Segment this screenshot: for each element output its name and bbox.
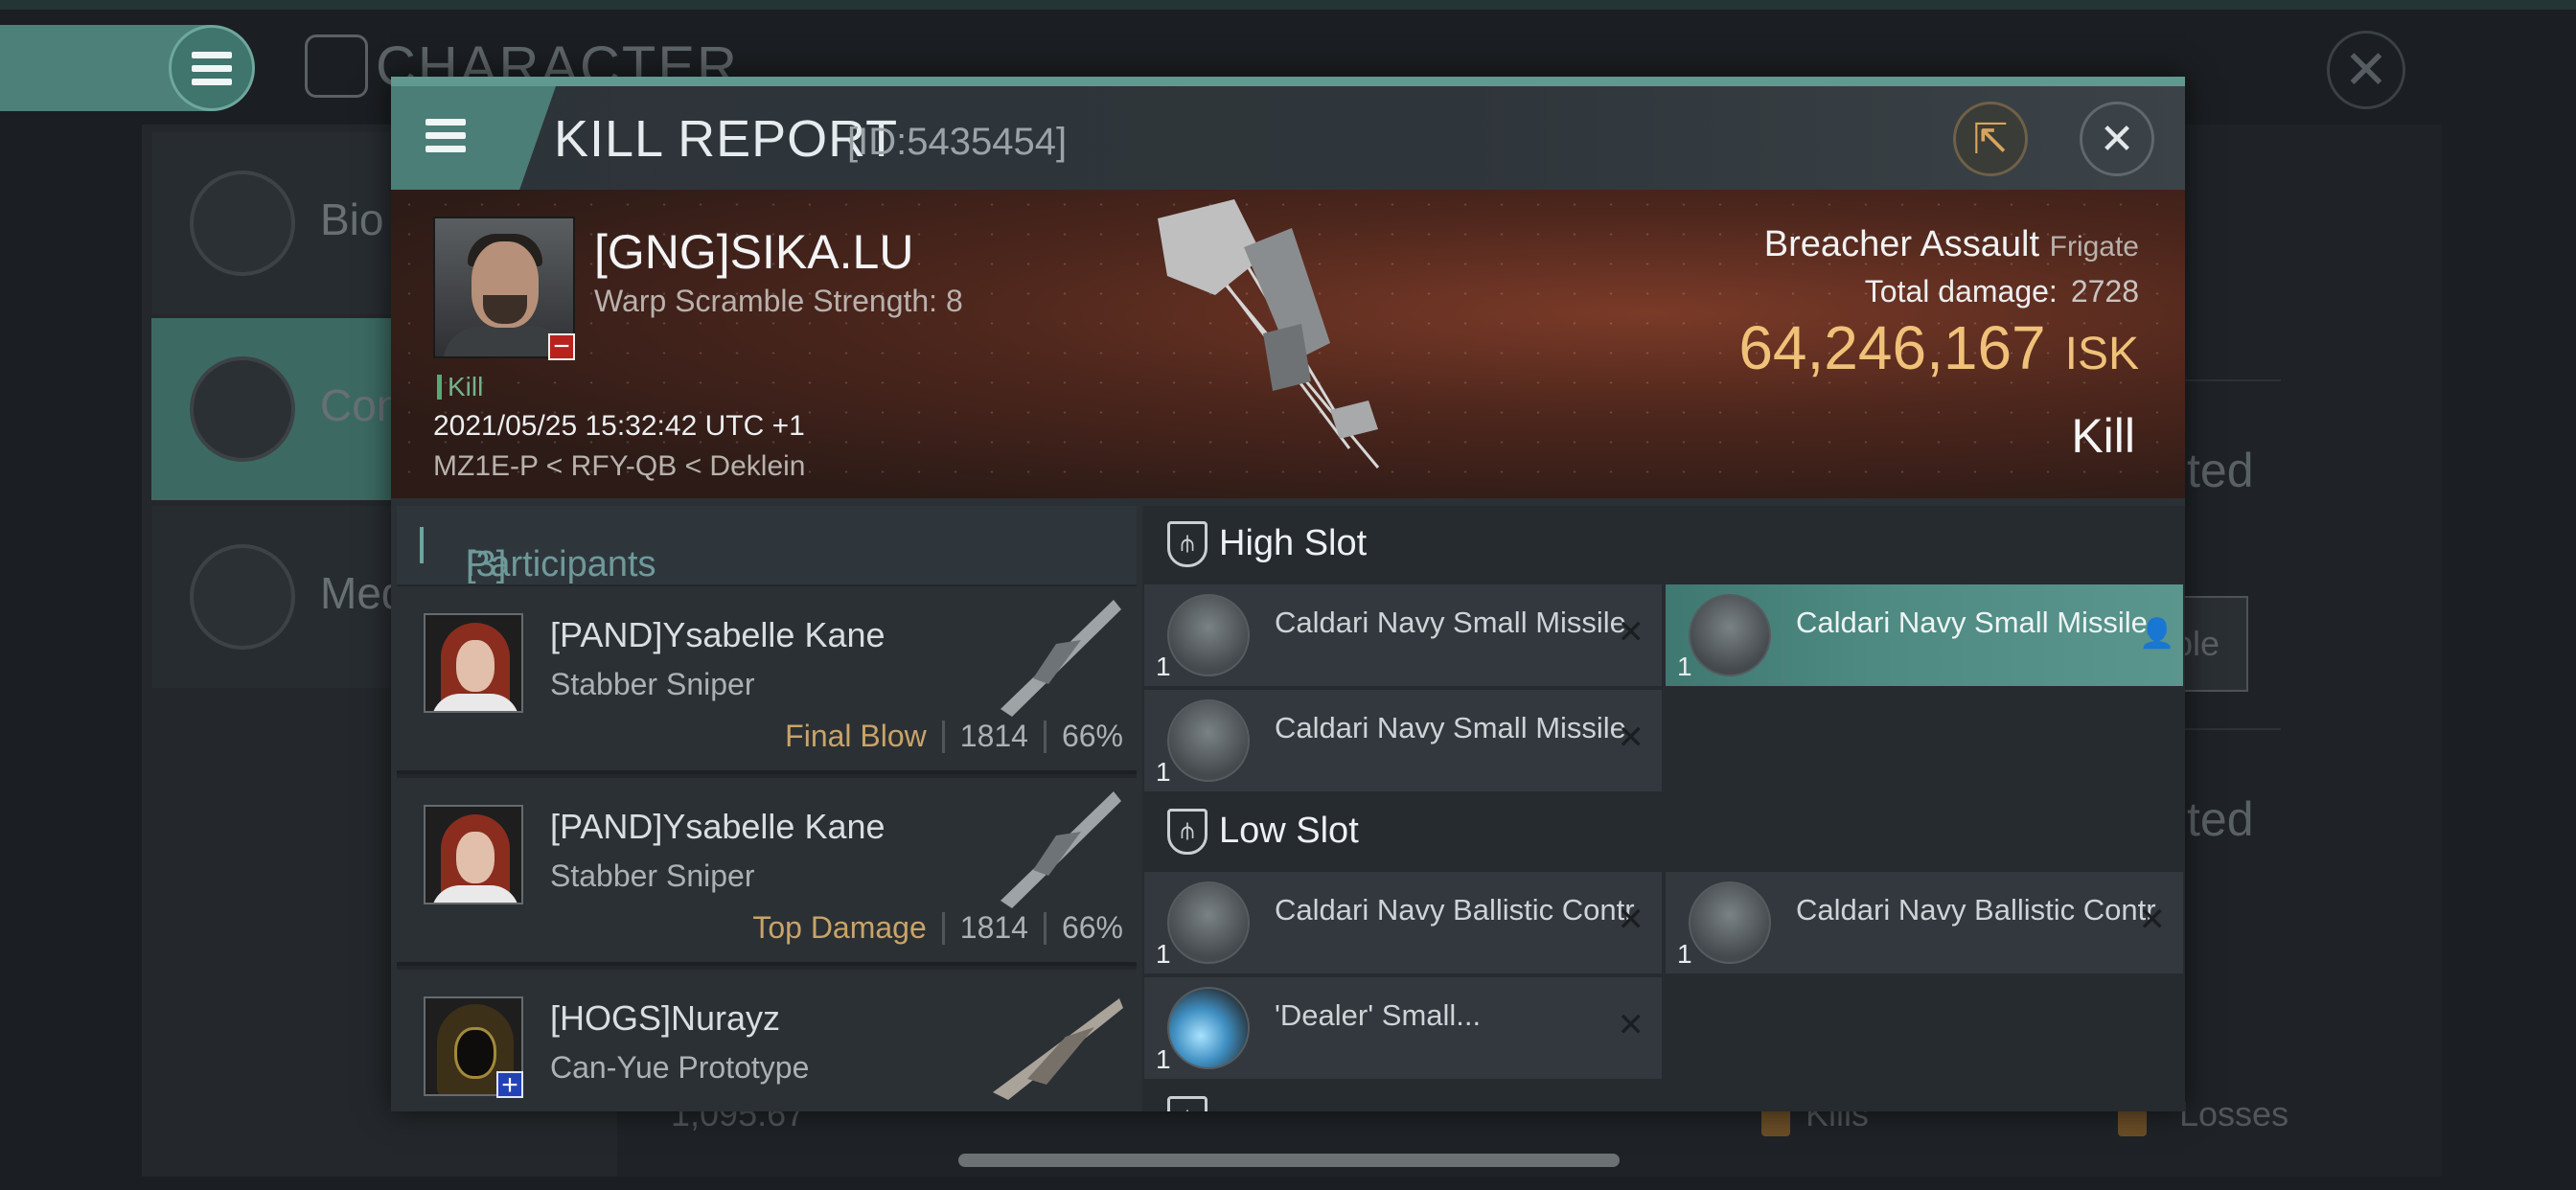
module-item[interactable]: 1 Caldari Navy Ballistic Contr... ✕ [1144,872,1662,973]
module-item[interactable]: 1 Caldari Navy Small Missile... ✕ [1144,690,1662,791]
crossed-swords-icon [190,356,295,462]
external-link-icon: ⇱ [1972,115,2009,163]
module-item[interactable]: 1 Caldari Navy Ballistic Contr... ✕ [1666,872,2183,973]
participant-ship: Stabber Sniper [550,667,755,701]
destroyed-x-icon: ✕ [2138,902,2167,938]
missile-launcher-icon [1689,594,1771,676]
destroyed-x-icon: ✕ [1617,720,1645,756]
module-quantity: 1 [1677,939,1692,969]
main-menu-button[interactable] [169,25,255,111]
destroyed-x-icon: ✕ [1617,614,1645,651]
module-name: Caldari Navy Small Missile... [1796,606,2156,639]
participant-ship: Stabber Sniper [550,858,755,893]
module-item[interactable]: 1 'Dealer' Small... ✕ [1144,977,1662,1079]
participant-stats: Final Blow 1814 66% [785,719,1123,753]
standing-plus-icon: + [496,1071,523,1100]
high-slot-icon: ⫛ [1167,521,1208,567]
weapon-icon [1000,600,1121,717]
victim-detail: Warp Scramble Strength: 8 [594,284,963,318]
module-quantity: 1 [1156,1044,1171,1074]
report-id: [ID:5435454] [847,121,1068,163]
isk-value: 64,246,167 ISK [1738,313,2139,382]
propulsion-module-icon [1167,987,1250,1069]
list-icon [190,171,295,276]
weapon-icon [1000,791,1121,908]
home-indicator[interactable] [958,1154,1620,1167]
background-text: ted [2187,444,2254,497]
close-icon: ✕ [2343,39,2389,100]
module-name: Caldari Navy Small Missile... [1275,711,1635,744]
hamburger-icon [426,119,466,152]
mid-slot-icon: ⫛ [1167,1096,1208,1111]
victim-banner: − [GNG]SIKA.LU Warp Scramble Strength: 8… [391,190,2185,498]
ship-type[interactable]: Breacher Assault Frigate [1764,224,2139,265]
participant-row[interactable]: [PAND]Ysabelle Kane Stabber Sniper Top D… [397,778,1137,966]
participant-name: [PAND]Ysabelle Kane [550,615,886,654]
dialog-accent-line [391,77,2185,86]
module-name: 'Dealer' Small... [1275,998,1482,1032]
participants-header: Participants [3] [397,506,1137,584]
participant-avatar [424,805,523,904]
missile-launcher-icon [1167,699,1250,782]
ship-render-icon[interactable] [1100,190,1445,498]
module-quantity: 1 [1156,939,1171,969]
top-status-line [0,0,2576,10]
module-item[interactable]: 1 Caldari Navy Small Missile... ✕ [1144,584,1662,686]
background-text: ted [2187,792,2254,846]
character-icon [305,34,368,98]
dialog-close-button[interactable]: ✕ [2080,102,2154,176]
standing-minus-icon: − [548,332,575,361]
module-quantity: 1 [1156,757,1171,787]
participant-stats: Top Damage 1814 66% [752,910,1123,945]
low-slot-header: ⫛ Low Slot [1142,793,2185,868]
ballistic-control-icon [1689,881,1771,964]
mid-slot-header: ⫛ [1142,1081,2185,1111]
kill-result: Kill [2071,409,2135,463]
close-icon: ✕ [2099,115,2135,163]
kill-location[interactable]: MZ1E-P < RFY-QB < Deklein [433,450,805,483]
participant-name: [PAND]Ysabelle Kane [550,807,886,846]
fitting-panel: ⫛ High Slot 1 Caldari Navy Small Missile… [1142,506,2185,1111]
module-item[interactable]: 1 Caldari Navy Small Missile... 👤 [1666,584,2183,686]
weapon-icon [993,998,1123,1100]
kill-report-dialog: KILL REPORT [ID:5435454] ⇱ ✕ − [GNG]SIKA… [391,77,2185,1111]
module-name: Caldari Navy Ballistic Contr... [1275,893,1635,927]
dialog-header: KILL REPORT [ID:5435454] ⇱ ✕ [391,86,2185,190]
star-medal-icon [190,544,295,650]
participant-name: [HOGS]Nurayz [550,998,781,1038]
kill-datetime: 2021/05/25 15:32:42 UTC +1 [433,410,805,442]
participant-ship: Can-Yue Prototype [550,1050,810,1085]
sidebar-item-label: Bio [320,195,384,244]
module-quantity: 1 [1677,652,1692,681]
low-slot-icon: ⫛ [1167,809,1208,855]
dialog-menu-button[interactable] [391,86,556,190]
losses-label: Losses [2179,1094,2289,1133]
total-damage: Total damage: 2728 [1864,274,2139,309]
hamburger-icon [192,51,232,85]
participant-row[interactable]: [PAND]Ysabelle Kane Stabber Sniper Final… [397,586,1137,774]
module-name: Caldari Navy Small Missile... [1275,606,1635,639]
participants-panel: Participants [3] [PAND]Ysabelle Kane Sta… [397,506,1137,1111]
screen-close-button[interactable]: ✕ [2327,31,2405,109]
module-quantity: 1 [1156,652,1171,681]
missile-launcher-icon [1167,594,1250,676]
destroyed-x-icon: ✕ [1617,1007,1645,1043]
kill-tag: Kill [437,372,483,402]
destroyed-x-icon: ✕ [1617,902,1645,938]
module-name: Caldari Navy Ballistic Contr... [1796,893,2156,927]
dropped-user-icon: 👤 [2139,618,2175,650]
ballistic-control-icon [1167,881,1250,964]
participant-row[interactable]: + [HOGS]Nurayz Can-Yue Prototype [397,970,1137,1111]
participant-avatar [424,613,523,713]
high-slot-header: ⫛ High Slot [1142,506,2185,581]
victim-name[interactable]: [GNG]SIKA.LU [594,224,913,280]
sidebar-item-label: Con [320,380,402,430]
share-button[interactable]: ⇱ [1953,102,2028,176]
